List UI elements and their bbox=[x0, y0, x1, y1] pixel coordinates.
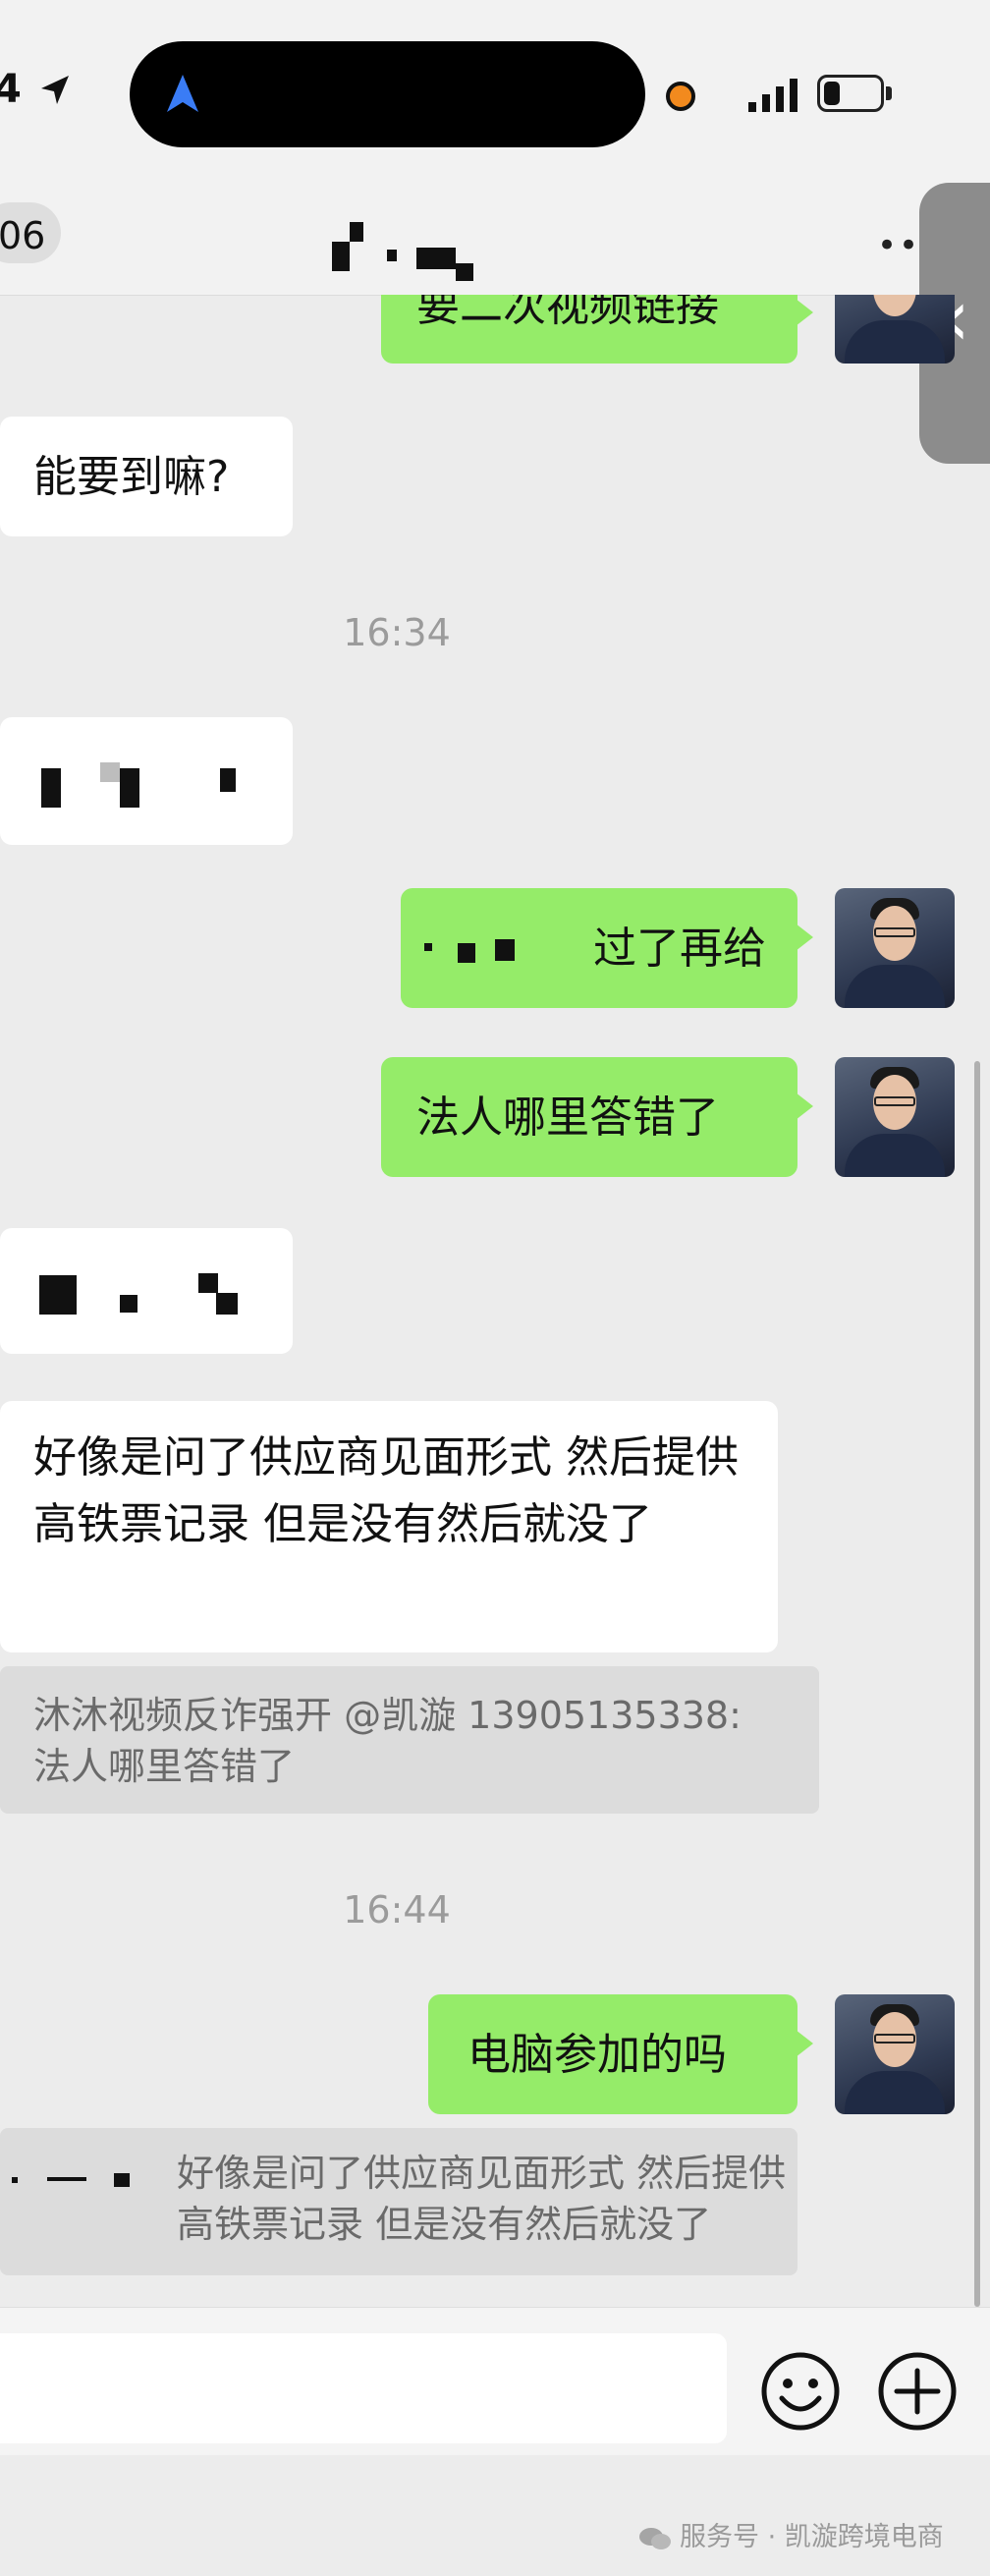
battery-icon bbox=[817, 75, 884, 112]
avatar[interactable] bbox=[835, 1057, 955, 1177]
message-text: 电脑参加的吗 bbox=[468, 2030, 727, 2080]
message-text: 法人哪里答错了 bbox=[416, 1092, 719, 1143]
watermark: 服务号 · 凯漩跨境电商 bbox=[638, 2515, 944, 2553]
recording-indicator-icon bbox=[666, 82, 695, 111]
timestamp: 16:44 bbox=[343, 1888, 451, 1932]
message-text: 好像是问了供应商见面形式 然后提供高铁票记录 但是没有然后就没了 bbox=[33, 1432, 739, 1550]
message-bubble-incoming-redacted[interactable] bbox=[0, 717, 293, 845]
input-bar bbox=[0, 2307, 990, 2455]
navigation-arrow-icon bbox=[167, 75, 198, 112]
message-bubble-incoming-redacted[interactable] bbox=[0, 1228, 293, 1354]
avatar[interactable] bbox=[835, 295, 955, 364]
message-bubble-outgoing[interactable]: 要二次视频链接 bbox=[381, 295, 813, 364]
message-list[interactable]: 要二次视频链接 能要到嘛? 16:34 过了再给 法人哪里答错了 好像是问了供应… bbox=[0, 295, 990, 2309]
quote-text: 沐沐视频反诈强开 @凯漩 13905135338: 法人哪里答错了 bbox=[33, 1694, 742, 1789]
message-bubble-outgoing[interactable]: 法人哪里答错了 bbox=[381, 1057, 813, 1177]
message-text: 过了再给 bbox=[593, 924, 766, 974]
message-bubble-incoming[interactable]: 好像是问了供应商见面形式 然后提供高铁票记录 但是没有然后就没了 bbox=[0, 1401, 778, 1652]
dynamic-island bbox=[130, 41, 645, 147]
battery-cap bbox=[886, 86, 892, 100]
message-text: 要二次视频链接 bbox=[416, 295, 719, 331]
watermark-text: 服务号 · 凯漩跨境电商 bbox=[680, 2522, 944, 2552]
quoted-reply[interactable]: 好像是问了供应商见面形式 然后提供高铁票记录 但是没有然后就没了 bbox=[0, 2128, 798, 2275]
unread-count: 06 bbox=[0, 214, 46, 257]
more-icon[interactable]: •• bbox=[877, 226, 920, 265]
avatar[interactable] bbox=[835, 888, 955, 1008]
plus-icon[interactable] bbox=[877, 2351, 958, 2432]
scrollbar[interactable] bbox=[974, 1061, 980, 2307]
timestamp: 16:34 bbox=[343, 611, 451, 654]
message-input[interactable] bbox=[0, 2333, 727, 2443]
message-text: 能要到嘛? bbox=[33, 452, 230, 502]
quote-text: 好像是问了供应商见面形式 然后提供高铁票记录 但是没有然后就没了 bbox=[177, 2152, 787, 2247]
avatar[interactable] bbox=[835, 1994, 955, 2114]
message-bubble-outgoing[interactable]: 电脑参加的吗 bbox=[428, 1994, 813, 2114]
back-button[interactable]: 06 bbox=[0, 202, 61, 263]
quoted-reply[interactable]: 沐沐视频反诈强开 @凯漩 13905135338: 法人哪里答错了 bbox=[0, 1666, 819, 1814]
message-bubble-incoming[interactable]: 能要到嘛? bbox=[0, 417, 293, 536]
message-bubble-outgoing[interactable]: 过了再给 bbox=[401, 888, 813, 1008]
emoji-icon[interactable] bbox=[760, 2351, 841, 2432]
status-bar: 4 bbox=[0, 0, 990, 177]
chat-header: 06 •• bbox=[0, 177, 990, 296]
wechat-icon bbox=[639, 2527, 671, 2549]
location-arrow-icon bbox=[41, 76, 69, 104]
status-time: 4 bbox=[0, 67, 22, 112]
signal-icon bbox=[748, 79, 798, 112]
